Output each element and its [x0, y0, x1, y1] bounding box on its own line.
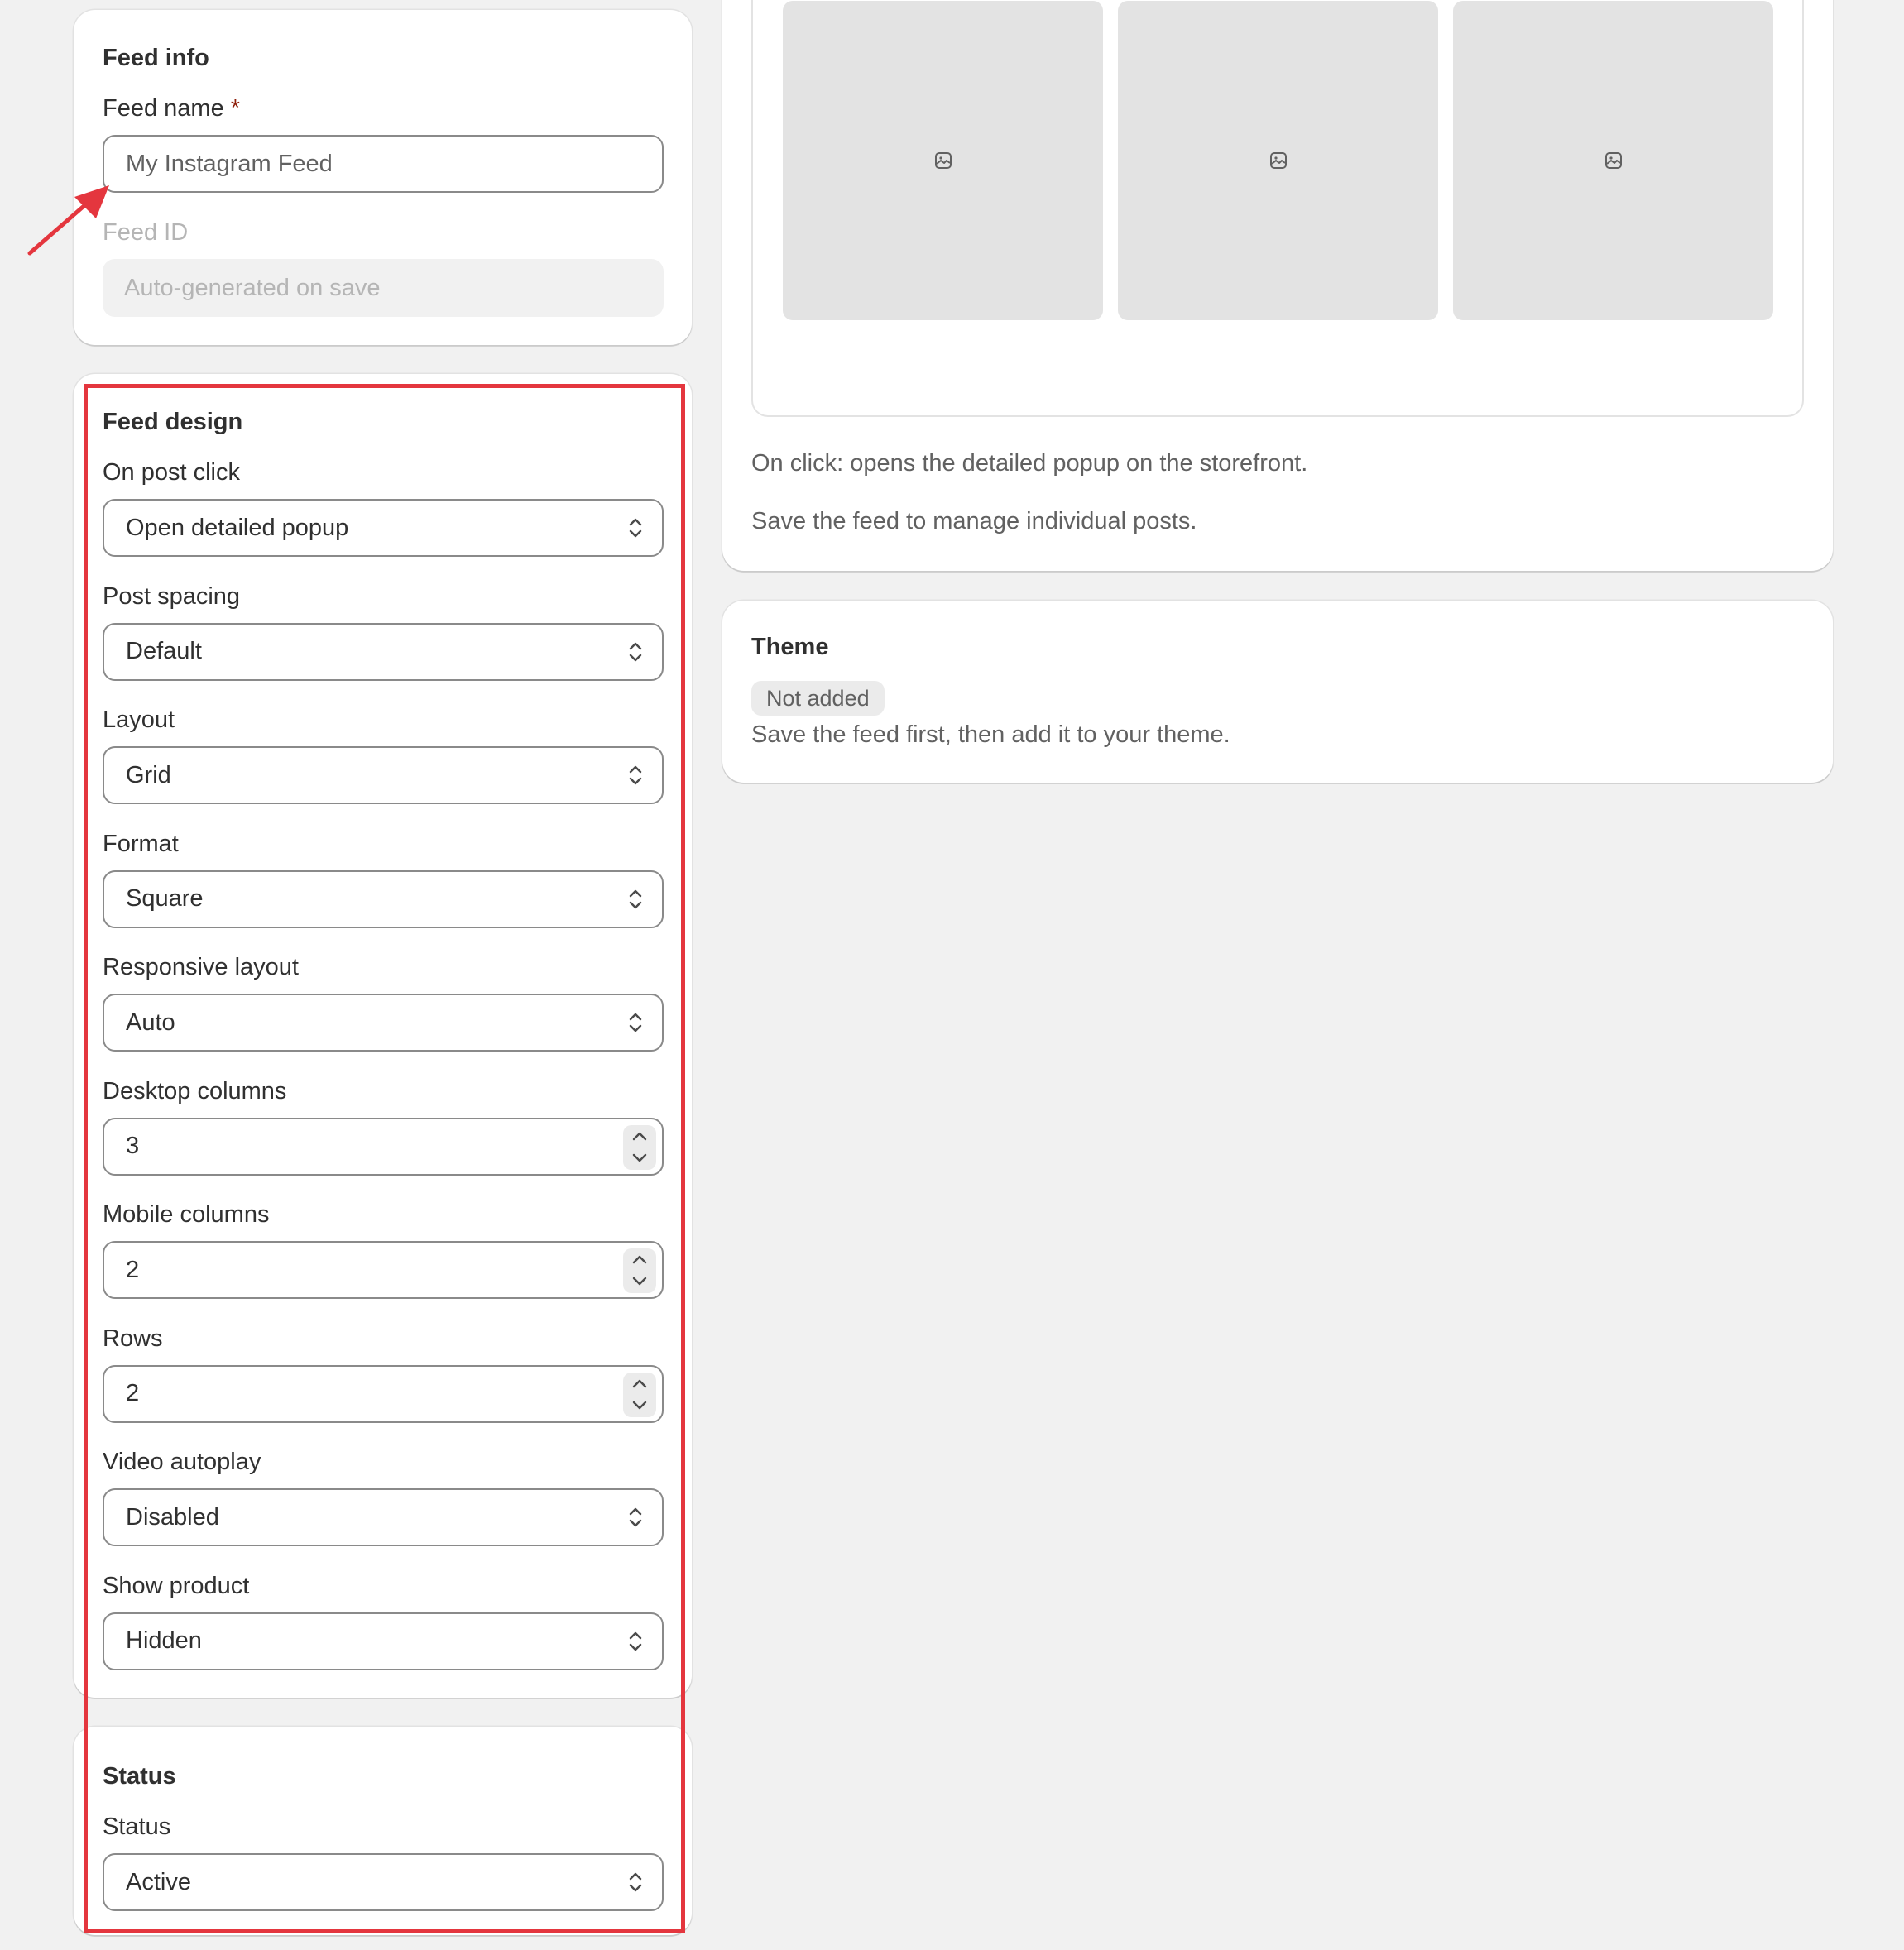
video-autoplay-select[interactable]: Disabled — [103, 1488, 664, 1546]
on-post-click-label: On post click — [103, 459, 240, 486]
image-icon — [1269, 152, 1287, 169]
feed-info-card: Feed info Feed name * My Instagram Feed F… — [74, 10, 692, 345]
select-arrows-icon — [629, 518, 642, 538]
select-arrows-icon — [629, 1507, 642, 1527]
status-label: Status — [103, 1813, 171, 1840]
video-autoplay-label: Video autoplay — [103, 1449, 261, 1475]
image-icon — [934, 152, 952, 169]
layout-select[interactable]: Grid — [103, 746, 664, 804]
preview-tile — [1118, 1, 1438, 320]
required-mark: * — [230, 95, 240, 122]
feed-design-card: Feed design On post click Open detailed p… — [74, 374, 692, 1698]
feed-id-placeholder: Auto-generated on save — [124, 274, 381, 301]
select-arrows-icon — [629, 1872, 642, 1892]
post-spacing-label: Post spacing — [103, 582, 241, 610]
format-label: Format — [103, 830, 179, 857]
feed-name-input[interactable]: My Instagram Feed — [103, 135, 664, 193]
theme-help-text: Save the feed first, then add it to your… — [751, 721, 1230, 748]
preview-frame — [751, 0, 1804, 417]
theme-status-badge: Not added — [751, 681, 885, 716]
responsive-layout-select[interactable]: Auto — [103, 994, 664, 1052]
feed-design-title: Feed design — [103, 409, 243, 435]
number-stepper[interactable] — [623, 1248, 656, 1293]
video-autoplay-value: Disabled — [126, 1503, 219, 1531]
decrement-icon[interactable] — [630, 1151, 650, 1164]
annotation-arrow-icon — [27, 185, 109, 256]
desktop-columns-input[interactable]: 3 — [103, 1117, 664, 1176]
desktop-columns-label: Desktop columns — [103, 1077, 287, 1104]
increment-icon[interactable] — [630, 1377, 650, 1391]
format-select[interactable]: Square — [103, 870, 664, 928]
select-arrows-icon — [629, 642, 642, 661]
decrement-icon[interactable] — [630, 1274, 650, 1287]
increment-icon[interactable] — [630, 1130, 650, 1143]
rows-input[interactable]: 2 — [103, 1364, 664, 1423]
mobile-columns-value: 2 — [126, 1256, 140, 1283]
manage-posts-text: Save the feed to manage individual posts… — [751, 508, 1197, 534]
status-select[interactable]: Active — [103, 1853, 664, 1911]
responsive-layout-label: Responsive layout — [103, 954, 299, 980]
number-stepper[interactable] — [623, 1124, 656, 1170]
preview-card: On click: opens the detailed popup on th… — [722, 0, 1833, 571]
theme-card: Theme Not added Save the feed first, the… — [722, 601, 1833, 783]
preview-tile — [783, 1, 1103, 320]
select-arrows-icon — [629, 1013, 642, 1032]
status-value: Active — [126, 1868, 191, 1895]
increment-icon[interactable] — [630, 1253, 650, 1267]
on-post-click-value: Open detailed popup — [126, 514, 349, 541]
post-spacing-select[interactable]: Default — [103, 622, 664, 681]
post-spacing-value: Default — [126, 638, 202, 664]
rows-value: 2 — [126, 1380, 140, 1406]
feed-id-input: Auto-generated on save — [103, 259, 664, 317]
mobile-columns-input[interactable]: 2 — [103, 1241, 664, 1299]
number-stepper[interactable] — [623, 1372, 656, 1417]
status-card: Status Status Active — [74, 1727, 692, 1935]
layout-value: Grid — [126, 761, 171, 788]
select-arrows-icon — [629, 765, 642, 785]
theme-title: Theme — [751, 634, 829, 660]
preview-tile — [1453, 1, 1773, 320]
responsive-layout-value: Auto — [126, 1009, 175, 1036]
show-product-value: Hidden — [126, 1627, 202, 1654]
status-title: Status — [103, 1763, 176, 1789]
feed-id-label: Feed ID — [103, 219, 189, 246]
on-post-click-select[interactable]: Open detailed popup — [103, 499, 664, 557]
show-product-label: Show product — [103, 1572, 250, 1599]
image-icon — [1604, 152, 1622, 169]
desktop-columns-value: 3 — [126, 1133, 140, 1159]
format-value: Square — [126, 885, 204, 912]
layout-label: Layout — [103, 707, 175, 733]
feed-info-title: Feed info — [103, 45, 209, 71]
feed-name-value: My Instagram Feed — [126, 150, 333, 177]
select-arrows-icon — [629, 889, 642, 908]
decrement-icon[interactable] — [630, 1398, 650, 1411]
on-click-text: On click: opens the detailed popup on th… — [751, 450, 1308, 477]
select-arrows-icon — [629, 1631, 642, 1651]
page: Feed info Feed name * My Instagram Feed F… — [0, 0, 1904, 1950]
show-product-select[interactable]: Hidden — [103, 1612, 664, 1670]
rows-label: Rows — [103, 1325, 163, 1352]
mobile-columns-label: Mobile columns — [103, 1201, 270, 1228]
feed-name-label: Feed name * — [103, 95, 240, 122]
